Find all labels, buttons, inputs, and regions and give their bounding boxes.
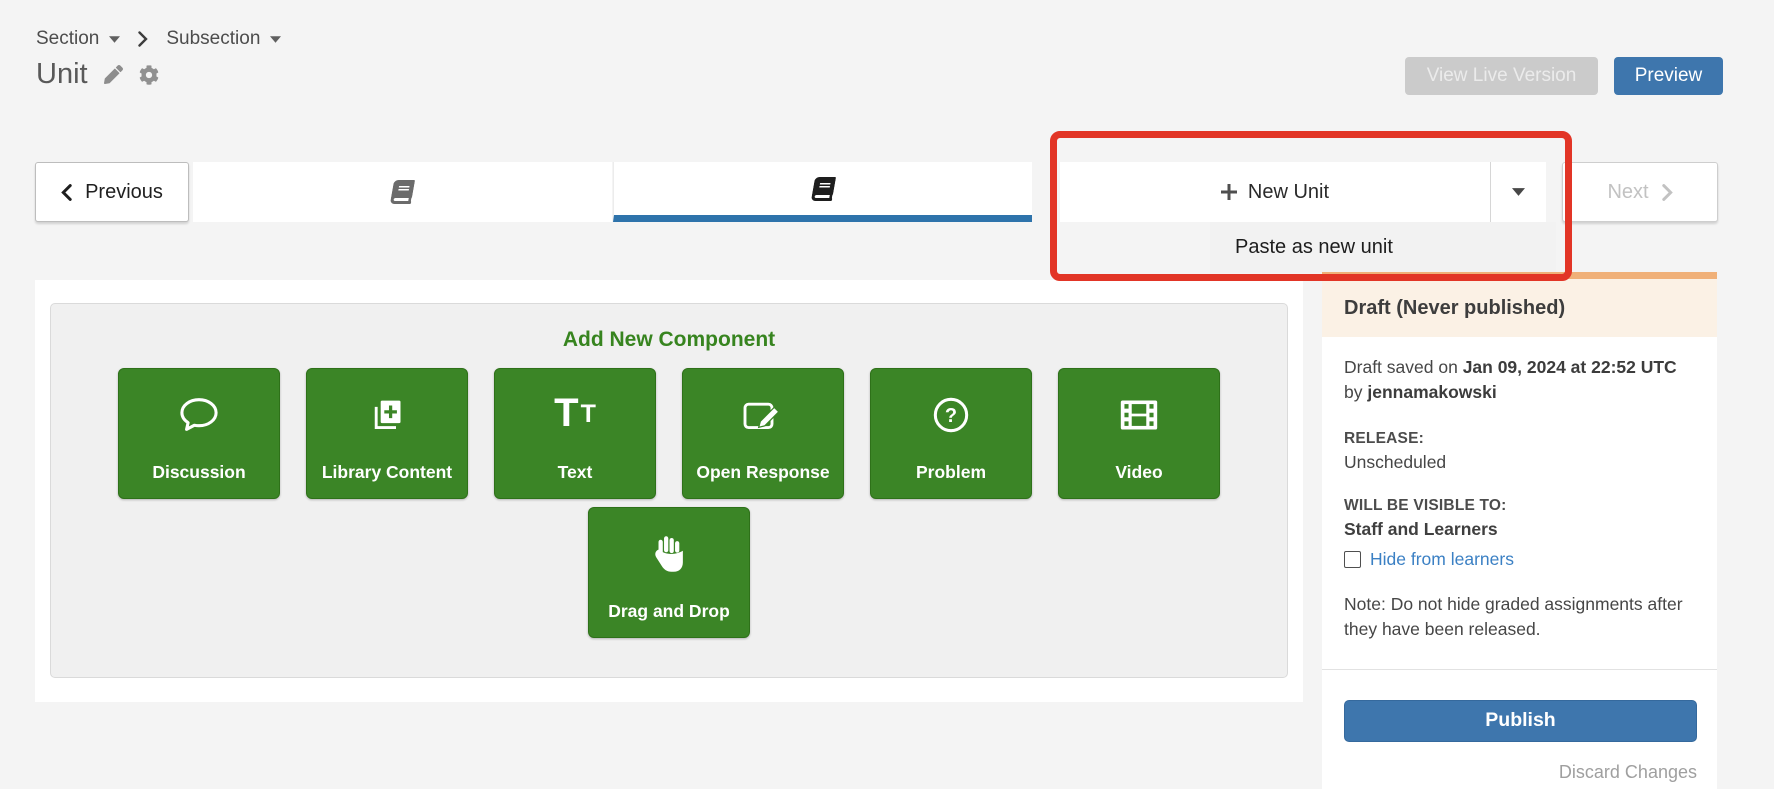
publish-button[interactable]: Publish (1344, 700, 1697, 742)
visibility-value: Staff and Learners (1344, 519, 1693, 540)
saved-user: jennamakowski (1367, 382, 1496, 402)
page-title: Unit (36, 58, 88, 91)
book-icon (810, 177, 835, 201)
breadcrumb-separator-icon (138, 31, 148, 47)
draft-status-header: Draft (Never published) (1322, 279, 1717, 337)
discussion-icon (179, 393, 219, 437)
discard-changes-link[interactable]: Discard Changes (1344, 762, 1697, 783)
hide-from-learners-row[interactable]: Hide from learners (1344, 549, 1693, 570)
visibility-note: Note: Do not hide graded assignments aft… (1344, 592, 1693, 643)
breadcrumb-subsection[interactable]: Subsection (166, 28, 281, 50)
component-button-row-2: Drag and Drop (51, 507, 1287, 638)
add-library-content-button[interactable]: Library Content (306, 368, 468, 499)
gear-icon (139, 65, 159, 85)
component-label: Problem (916, 462, 986, 483)
unit-title-row: Unit (36, 58, 159, 91)
release-label: RELEASE: (1344, 430, 1693, 448)
draft-status-accent-bar (1322, 272, 1717, 279)
chevron-left-icon (61, 184, 72, 201)
add-discussion-button[interactable]: Discussion (118, 368, 280, 499)
unit-tab-2-active[interactable] (613, 162, 1032, 222)
draft-saved-line: Draft saved on Jan 09, 2024 at 22:52 UTC… (1344, 355, 1693, 406)
problem-icon: ? (932, 393, 970, 437)
component-label: Library Content (322, 462, 452, 483)
component-button-row: Discussion Library Content TT Text (51, 368, 1287, 499)
component-label: Open Response (696, 462, 829, 483)
library-content-icon (369, 393, 405, 437)
open-response-icon (742, 393, 784, 437)
add-component-panel: Add New Component Discussion Library Con… (50, 303, 1288, 678)
saved-prefix: Draft saved on (1344, 357, 1458, 377)
saved-connector: by (1344, 382, 1362, 402)
breadcrumb-section[interactable]: Section (36, 28, 120, 50)
caret-down-icon (1512, 188, 1525, 196)
pencil-icon (104, 65, 123, 84)
unit-navigation-bar: Previous New Unit Next (0, 162, 1774, 222)
release-value: Unscheduled (1344, 452, 1693, 473)
next-label: Next (1607, 181, 1648, 204)
component-label: Drag and Drop (608, 601, 730, 622)
add-component-title: Add New Component (51, 328, 1287, 352)
text-icon: TT (554, 393, 596, 437)
add-video-button[interactable]: Video (1058, 368, 1220, 499)
component-label: Text (558, 462, 593, 483)
visibility-label: WILL BE VISIBLE TO: (1344, 497, 1693, 515)
header-actions: View Live Version Preview (1405, 57, 1723, 95)
svg-text:?: ? (945, 405, 957, 427)
breadcrumb: Section Subsection (36, 28, 281, 50)
new-unit-button[interactable]: New Unit (1060, 162, 1490, 222)
hide-from-learners-label[interactable]: Hide from learners (1370, 549, 1514, 570)
book-icon (390, 180, 415, 204)
chevron-right-icon (1662, 184, 1673, 201)
publish-sidebar: Draft (Never published) Draft saved on J… (1322, 272, 1717, 789)
preview-button[interactable]: Preview (1614, 57, 1723, 95)
saved-datetime: Jan 09, 2024 at 22:52 UTC (1463, 357, 1677, 377)
plus-icon (1221, 184, 1237, 200)
add-open-response-button[interactable]: Open Response (682, 368, 844, 499)
paste-as-new-unit-menu-item[interactable]: Paste as new unit (1210, 222, 1556, 273)
unit-settings-button[interactable] (139, 65, 159, 85)
previous-label: Previous (85, 181, 163, 204)
edit-title-button[interactable] (104, 65, 123, 84)
video-icon (1119, 393, 1159, 437)
unit-content-area: Add New Component Discussion Library Con… (35, 280, 1303, 702)
drag-and-drop-icon (653, 532, 685, 576)
chevron-down-icon (109, 36, 120, 43)
draft-details: Draft saved on Jan 09, 2024 at 22:52 UTC… (1322, 337, 1717, 643)
unit-tab-1[interactable] (193, 162, 612, 222)
previous-unit-button[interactable]: Previous (35, 162, 189, 222)
component-label: Video (1115, 462, 1162, 483)
new-unit-label: New Unit (1248, 181, 1329, 204)
studio-unit-page: Section Subsection Unit View Live Versio… (0, 0, 1774, 789)
publish-actions: Publish Discard Changes (1322, 669, 1717, 783)
next-unit-button[interactable]: Next (1562, 162, 1718, 222)
chevron-down-icon (270, 36, 281, 43)
new-unit-dropdown-toggle[interactable] (1490, 162, 1546, 222)
component-label: Discussion (152, 462, 245, 483)
add-drag-and-drop-button[interactable]: Drag and Drop (588, 507, 750, 638)
hide-from-learners-checkbox[interactable] (1344, 551, 1361, 568)
add-text-button[interactable]: TT Text (494, 368, 656, 499)
breadcrumb-section-label: Section (36, 28, 99, 50)
add-problem-button[interactable]: ? Problem (870, 368, 1032, 499)
view-live-version-button[interactable]: View Live Version (1405, 57, 1598, 95)
paste-as-new-unit-label: Paste as new unit (1235, 236, 1393, 259)
breadcrumb-subsection-label: Subsection (166, 28, 260, 50)
